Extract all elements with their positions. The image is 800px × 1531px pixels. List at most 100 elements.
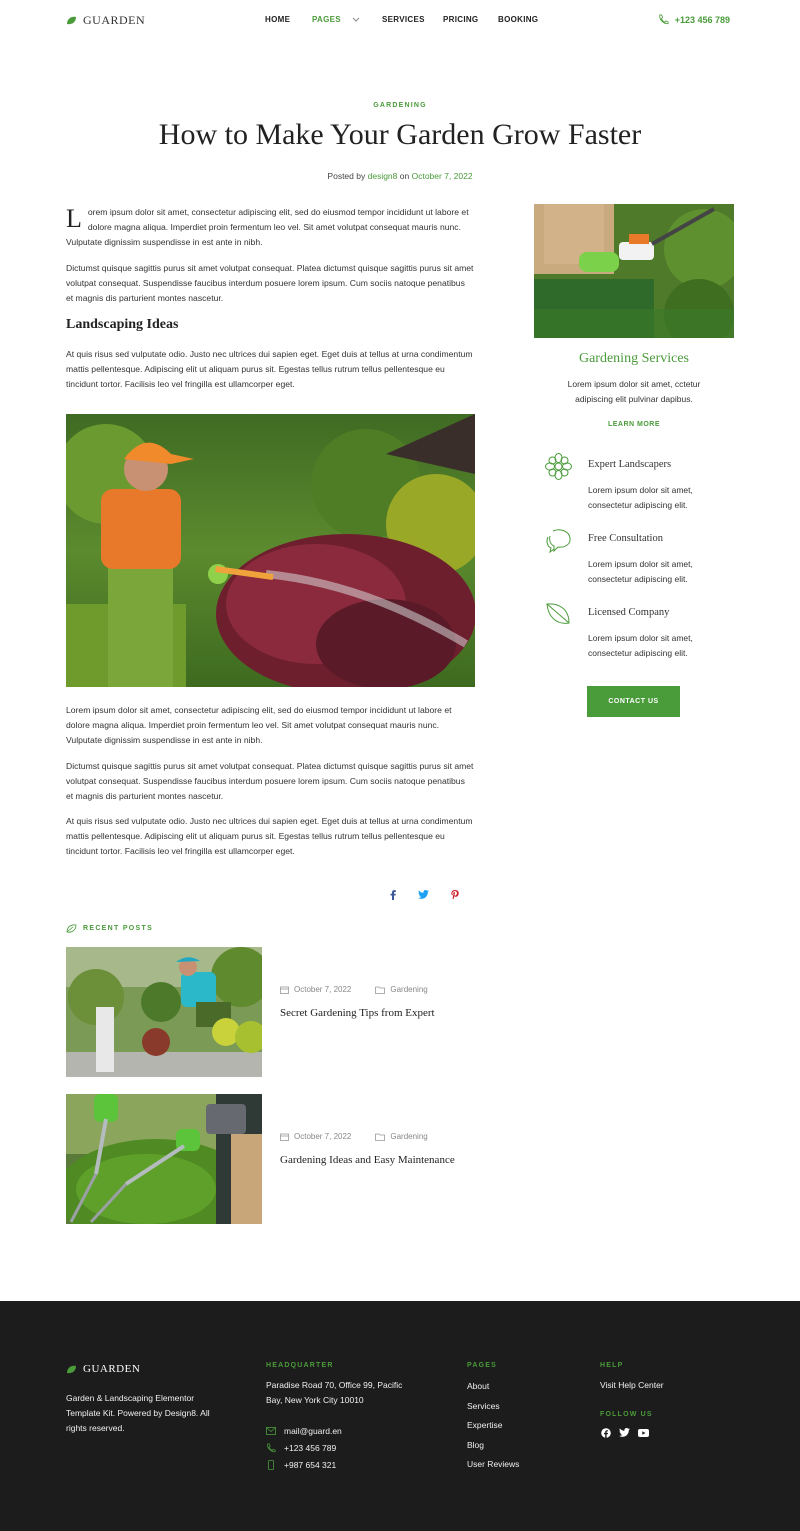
- footer-phone-2[interactable]: +987 654 321: [266, 1460, 336, 1470]
- chevron-down-icon: [352, 17, 360, 22]
- post-category-text: Gardening: [390, 1132, 428, 1141]
- article-paragraph-5: Dictumst quisque sagittis purus sit amet…: [66, 761, 474, 802]
- feature-title: Free Consultation: [588, 533, 663, 544]
- contact-us-button[interactable]: CONTACT US: [587, 686, 680, 717]
- article-subheading: Landscaping Ideas: [66, 317, 179, 332]
- phone-icon: [267, 1443, 276, 1453]
- leaf-logo-icon: [67, 16, 76, 25]
- post-thumbnail-gardener-planting[interactable]: [66, 947, 262, 1077]
- leaf-logo-icon: [67, 1365, 76, 1373]
- footer-phone-1[interactable]: +123 456 789: [266, 1443, 336, 1453]
- learn-more-link[interactable]: LEARN MORE: [534, 421, 734, 428]
- footer-social: [600, 1427, 649, 1438]
- logo-text: GUARDEN: [83, 13, 146, 27]
- recent-posts-heading: RECENT POSTS: [66, 924, 153, 933]
- footer-link-user-reviews[interactable]: User Reviews: [467, 1459, 519, 1479]
- article-title: How to Make Your Garden Grow Faster: [158, 118, 642, 151]
- footer-link-about[interactable]: About: [467, 1381, 519, 1401]
- footer-description: Garden & Landscaping Elementor Template …: [66, 1393, 210, 1433]
- flower-icon: [545, 453, 572, 480]
- sidebar-title: Gardening Services: [578, 351, 690, 366]
- sidebar-text: Lorem ipsum dolor sit amet, cctetur adip…: [567, 379, 701, 404]
- footer-pages-list: About Services Expertise Blog User Revie…: [467, 1381, 519, 1479]
- paragraph-1-text: orem ipsum dolor sit amet, consectetur a…: [66, 207, 469, 248]
- facebook-icon[interactable]: [390, 890, 396, 900]
- feature-text: Lorem ipsum dolor sit amet, consectetur …: [588, 485, 693, 510]
- date-link[interactable]: October 7, 2022: [412, 171, 473, 181]
- article-paragraph-1: Lorem ipsum dolor sit amet, consectetur …: [66, 205, 474, 251]
- header-phone-number: +123 456 789: [674, 14, 730, 25]
- footer-email-text: mail@guard.en: [284, 1426, 342, 1436]
- footer-link-expertise[interactable]: Expertise: [467, 1420, 519, 1440]
- mail-icon: [266, 1427, 276, 1435]
- pinterest-icon[interactable]: [451, 890, 459, 900]
- twitter-icon[interactable]: [418, 890, 429, 899]
- post-category[interactable]: Gardening: [375, 1132, 428, 1141]
- calendar-icon: [280, 1133, 289, 1141]
- folder-icon: [375, 1133, 386, 1141]
- feature-text: Lorem ipsum dolor sit amet, consectetur …: [588, 559, 693, 584]
- author-link[interactable]: design8: [368, 171, 398, 181]
- chat-icon: [546, 529, 571, 554]
- article-meta: Posted by design8 on October 7, 2022: [0, 171, 800, 181]
- article-paragraph-6: At quis risus sed vulputate odio. Justo …: [66, 816, 473, 857]
- mobile-icon: [268, 1460, 274, 1470]
- recent-post-1[interactable]: October 7, 2022 Gardening Secret Gardeni…: [66, 947, 486, 1077]
- footer-hq-heading: HEADQUARTER: [266, 1362, 334, 1369]
- post-meta: October 7, 2022 Gardening: [280, 1132, 428, 1141]
- post-category[interactable]: Gardening: [375, 985, 428, 994]
- feature-title: Expert Landscapers: [588, 459, 672, 470]
- recent-post-2[interactable]: October 7, 2022 Gardening Gardening Idea…: [66, 1094, 486, 1224]
- facebook-icon[interactable]: [600, 1427, 611, 1438]
- site-header: GUARDEN HOME PAGES SERVICES PRICING BOOK…: [0, 0, 800, 42]
- footer-help-heading: HELP: [600, 1362, 624, 1369]
- footer-follow-heading: FOLLOW US: [600, 1411, 653, 1418]
- footer-logo-text: GUARDEN: [83, 1363, 141, 1375]
- nav-booking[interactable]: BOOKING: [498, 15, 538, 24]
- nav-services[interactable]: SERVICES: [382, 15, 443, 24]
- twitter-icon[interactable]: [619, 1427, 630, 1438]
- site-logo[interactable]: GUARDEN: [66, 13, 145, 28]
- leaf-icon: [546, 603, 570, 624]
- site-footer: GUARDEN Garden & Landscaping Elementor T…: [0, 1301, 800, 1531]
- post-thumbnail-hedge-trimming[interactable]: [66, 1094, 262, 1224]
- gardener-watering-image: [66, 414, 475, 687]
- footer-phone-2-text: +987 654 321: [284, 1460, 337, 1470]
- footer-help-link[interactable]: Visit Help Center: [600, 1378, 664, 1393]
- main-nav: HOME PAGES SERVICES PRICING BOOKING: [265, 15, 538, 24]
- nav-home[interactable]: HOME: [265, 15, 312, 24]
- post-date[interactable]: October 7, 2022: [280, 985, 351, 994]
- phone-icon: [659, 14, 669, 25]
- post-category-text: Gardening: [390, 985, 428, 994]
- feature-text: Lorem ipsum dolor sit amet, consectetur …: [588, 633, 693, 658]
- article-category[interactable]: GARDENING: [0, 102, 800, 109]
- folder-icon: [375, 986, 386, 994]
- article-paragraph-4: Lorem ipsum dolor sit amet, consectetur …: [66, 705, 452, 746]
- post-title[interactable]: Secret Gardening Tips from Expert: [280, 1007, 435, 1019]
- recent-posts-label: RECENT POSTS: [83, 925, 154, 932]
- post-date[interactable]: October 7, 2022: [280, 1132, 351, 1141]
- article-paragraph-3: At quis risus sed vulputate odio. Justo …: [66, 349, 473, 390]
- hedge-trimmer-image: [534, 204, 734, 338]
- nav-pricing[interactable]: PRICING: [443, 15, 498, 24]
- post-date-text: October 7, 2022: [294, 1132, 352, 1141]
- dropcap: L: [66, 204, 82, 233]
- leaf-outline-icon: [66, 924, 77, 933]
- nav-pages[interactable]: PAGES: [312, 15, 382, 24]
- footer-logo[interactable]: GUARDEN: [66, 1363, 140, 1375]
- calendar-icon: [280, 986, 289, 994]
- posted-by-label: Posted by: [327, 171, 366, 181]
- footer-phone-1-text: +123 456 789: [284, 1443, 337, 1453]
- footer-link-services[interactable]: Services: [467, 1401, 519, 1421]
- feature-title: Licensed Company: [588, 607, 670, 618]
- youtube-icon[interactable]: [638, 1427, 649, 1438]
- header-phone[interactable]: +123 456 789: [658, 14, 730, 25]
- footer-link-blog[interactable]: Blog: [467, 1440, 519, 1460]
- post-date-text: October 7, 2022: [294, 985, 352, 994]
- post-title[interactable]: Gardening Ideas and Easy Maintenance: [280, 1154, 455, 1166]
- article-paragraph-2: Dictumst quisque sagittis purus sit amet…: [66, 263, 474, 304]
- footer-address: Paradise Road 70, Office 99, Pacific Bay…: [266, 1380, 403, 1405]
- post-meta: October 7, 2022 Gardening: [280, 985, 428, 994]
- footer-email[interactable]: mail@guard.en: [266, 1426, 342, 1436]
- on-label: on: [399, 171, 410, 181]
